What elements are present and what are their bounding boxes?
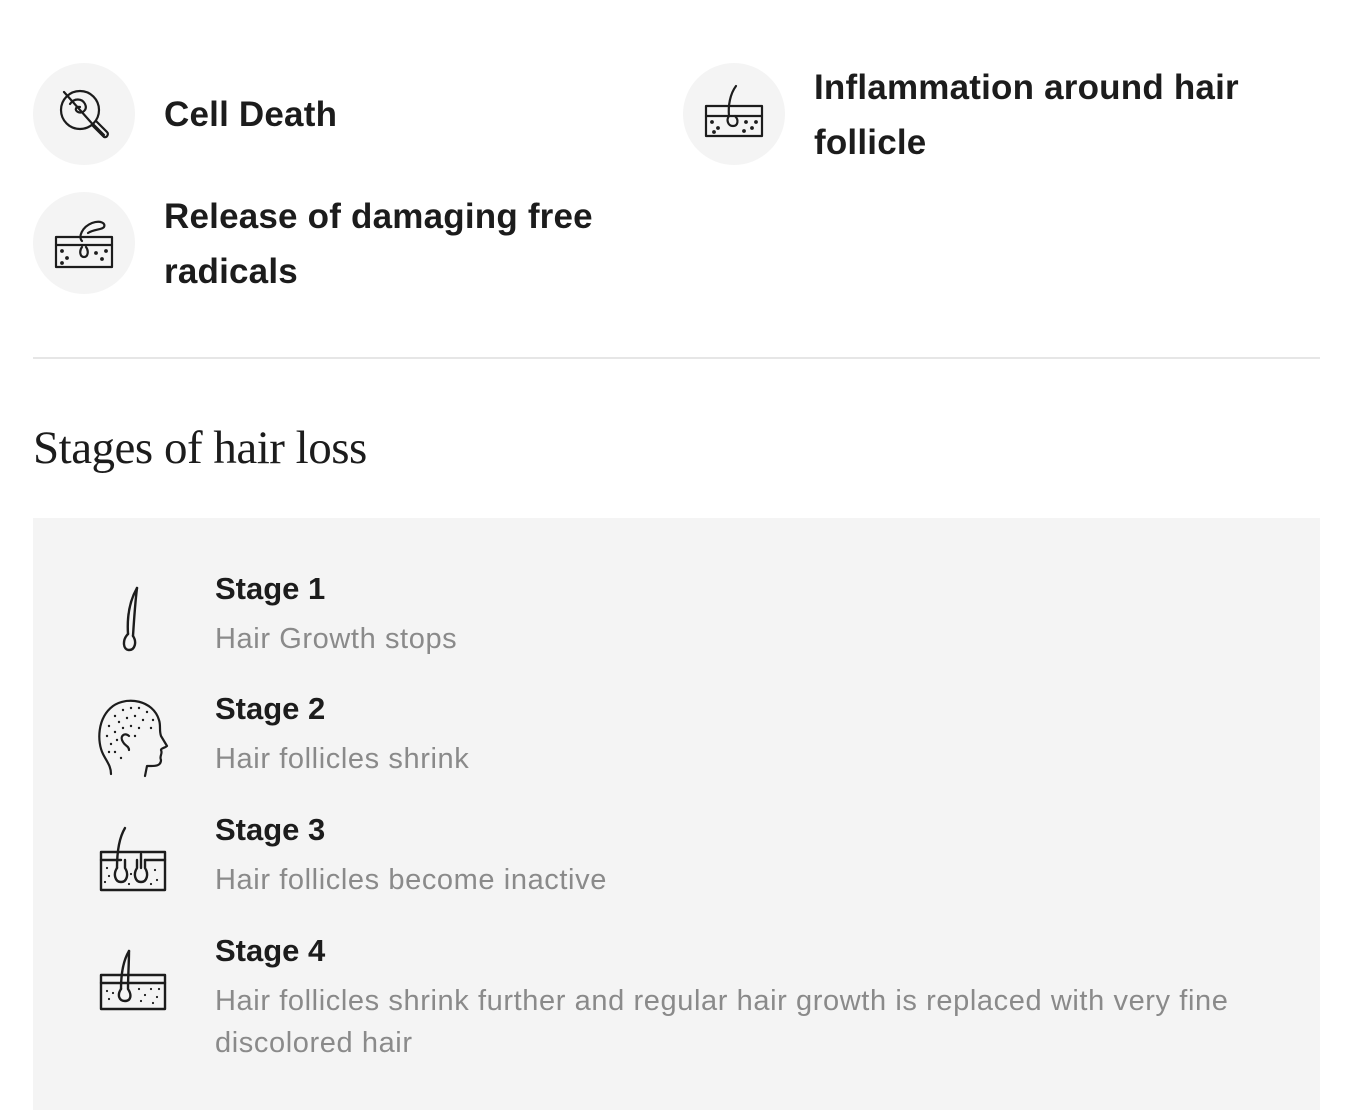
section-title: Stages of hair loss [33,422,367,474]
stage-4-description: Hair follicles shrink further and regula… [215,985,1229,1059]
free-radicals-icon [52,211,116,275]
stage-1-icon-wrap [91,580,171,660]
stage-4-icon-wrap [93,941,173,1021]
stage-3-title: Stage 3 [215,812,326,847]
stage-2-title: Stage 2 [215,691,326,726]
effect-label-free-radicals: Release of damaging free radicals [164,197,593,291]
fine-hair-follicle-icon [97,945,169,1017]
effect-icon-circle-free-radicals [33,192,135,294]
stages-panel: Stage 1 Hair Growth stops Stage 2 Hair f… [33,518,1320,1110]
stage-4-title: Stage 4 [215,933,326,968]
effect-icon-circle-inflammation [683,63,785,165]
stage-2-icon-wrap [93,698,173,778]
effect-icon-circle-cell-death [33,63,135,165]
single-hair-icon [111,584,151,656]
effect-label-cell-death: Cell Death [164,95,338,134]
effect-label-inflammation: Inflammation around hair follicle [814,68,1239,162]
section-divider [33,357,1320,359]
inactive-follicles-icon [97,824,169,896]
stage-3-description: Hair follicles become inactive [215,864,607,896]
head-profile-icon [95,696,171,780]
stage-3-icon-wrap [93,820,173,900]
stage-1-description: Hair Growth stops [215,623,458,655]
cell-death-icon [52,82,116,146]
inflamed-follicle-icon [702,82,766,146]
stage-1-title: Stage 1 [215,571,326,606]
stage-2-description: Hair follicles shrink [215,743,470,775]
